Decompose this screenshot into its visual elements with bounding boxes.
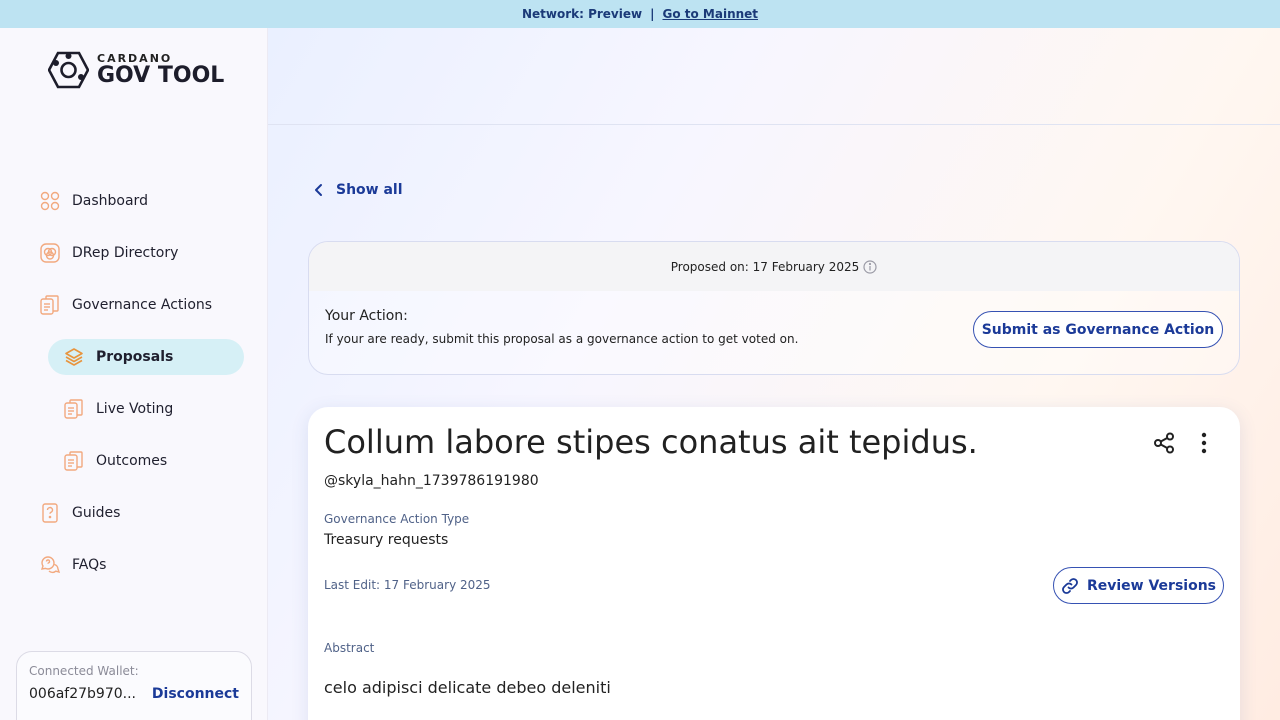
governance-action-type-value: Treasury requests	[324, 532, 449, 548]
sidebar-item-faqs[interactable]: FAQs	[40, 555, 106, 575]
layers-icon	[64, 347, 84, 367]
main-content: Show all Proposed on: 17 February 2025 Y…	[268, 28, 1280, 720]
abstract-text: celo adipisci delicate debeo deleniti	[324, 678, 611, 697]
proposal-card: Collum labore stipes conatus ait tepidus…	[308, 407, 1240, 720]
network-label: Network: Preview	[521, 7, 643, 21]
sidebar-item-label: Proposals	[96, 349, 174, 365]
guide-book-icon	[40, 503, 60, 523]
banner-separator: |	[650, 7, 655, 21]
network-banner: Network: Preview | Go to Mainnet	[0, 0, 1280, 28]
sidebar-item-label: Dashboard	[72, 193, 148, 209]
your-action-description: If your are ready, submit this proposal …	[325, 332, 799, 346]
proposed-on-header: Proposed on: 17 February 2025	[309, 242, 1239, 291]
disconnect-button[interactable]: Disconnect	[152, 686, 239, 702]
wallet-address: 006af27b970...	[29, 686, 137, 702]
your-action-card: Proposed on: 17 February 2025 Your Actio…	[308, 241, 1240, 375]
sidebar-item-outcomes[interactable]: Outcomes	[64, 451, 167, 471]
sidebar-item-guides[interactable]: Guides	[40, 503, 120, 523]
abstract-label: Abstract	[324, 641, 375, 655]
documents-icon	[40, 295, 60, 315]
go-to-mainnet-link[interactable]: Go to Mainnet	[662, 7, 758, 21]
documents-icon	[64, 451, 84, 471]
main-header	[268, 28, 1280, 125]
sidebar-item-label: Governance Actions	[72, 297, 213, 313]
sidebar: CARDANO GOV TOOL Dashboard DRep Director…	[0, 28, 268, 720]
sidebar-item-dashboard[interactable]: Dashboard	[40, 191, 148, 211]
share-icon[interactable]	[1152, 431, 1176, 455]
chevron-left-icon	[315, 184, 322, 196]
review-versions-button[interactable]: Review Versions	[1053, 567, 1224, 604]
dashboard-icon	[40, 191, 60, 211]
info-icon[interactable]	[863, 259, 877, 274]
wallet-label: Connected Wallet:	[29, 664, 139, 678]
review-versions-label: Review Versions	[1086, 577, 1217, 594]
sidebar-item-label: Guides	[72, 505, 121, 521]
sidebar-item-label: Live Voting	[96, 401, 174, 417]
sidebar-item-label: FAQs	[72, 557, 107, 573]
chat-question-icon	[40, 555, 60, 575]
show-all-link[interactable]: Show all	[314, 182, 403, 198]
submit-governance-action-button[interactable]: Submit as Governance Action	[973, 311, 1223, 348]
last-edit-date: Last Edit: 17 February 2025	[324, 578, 491, 592]
sidebar-item-label: Outcomes	[96, 453, 168, 469]
sidebar-item-live-voting[interactable]: Live Voting	[64, 399, 173, 419]
link-icon	[1062, 577, 1078, 594]
sidebar-item-proposals[interactable]: Proposals	[48, 339, 244, 375]
sidebar-item-governance-actions[interactable]: Governance Actions	[40, 295, 212, 315]
more-options-icon[interactable]	[1192, 431, 1216, 455]
logo-title: GOV TOOL	[97, 62, 225, 88]
proposal-author: @skyla_hahn_1739786191980	[324, 473, 539, 489]
governance-action-type-label: Governance Action Type	[324, 512, 470, 526]
cardano-logo-icon	[48, 51, 89, 89]
sidebar-item-drep-directory[interactable]: DRep Directory	[40, 243, 178, 263]
drep-directory-icon	[40, 243, 60, 263]
show-all-label: Show all	[336, 182, 403, 198]
connected-wallet-panel: Connected Wallet: 006af27b970... Disconn…	[16, 651, 252, 720]
logo[interactable]: CARDANO GOV TOOL	[48, 51, 224, 89]
logo-subtitle: CARDANO	[97, 51, 173, 65]
documents-icon	[64, 399, 84, 419]
sidebar-item-label: DRep Directory	[72, 245, 179, 261]
proposal-title: Collum labore stipes conatus ait tepidus…	[324, 423, 978, 461]
proposed-on-date: Proposed on: 17 February 2025	[670, 259, 860, 274]
your-action-title: Your Action:	[325, 308, 408, 324]
